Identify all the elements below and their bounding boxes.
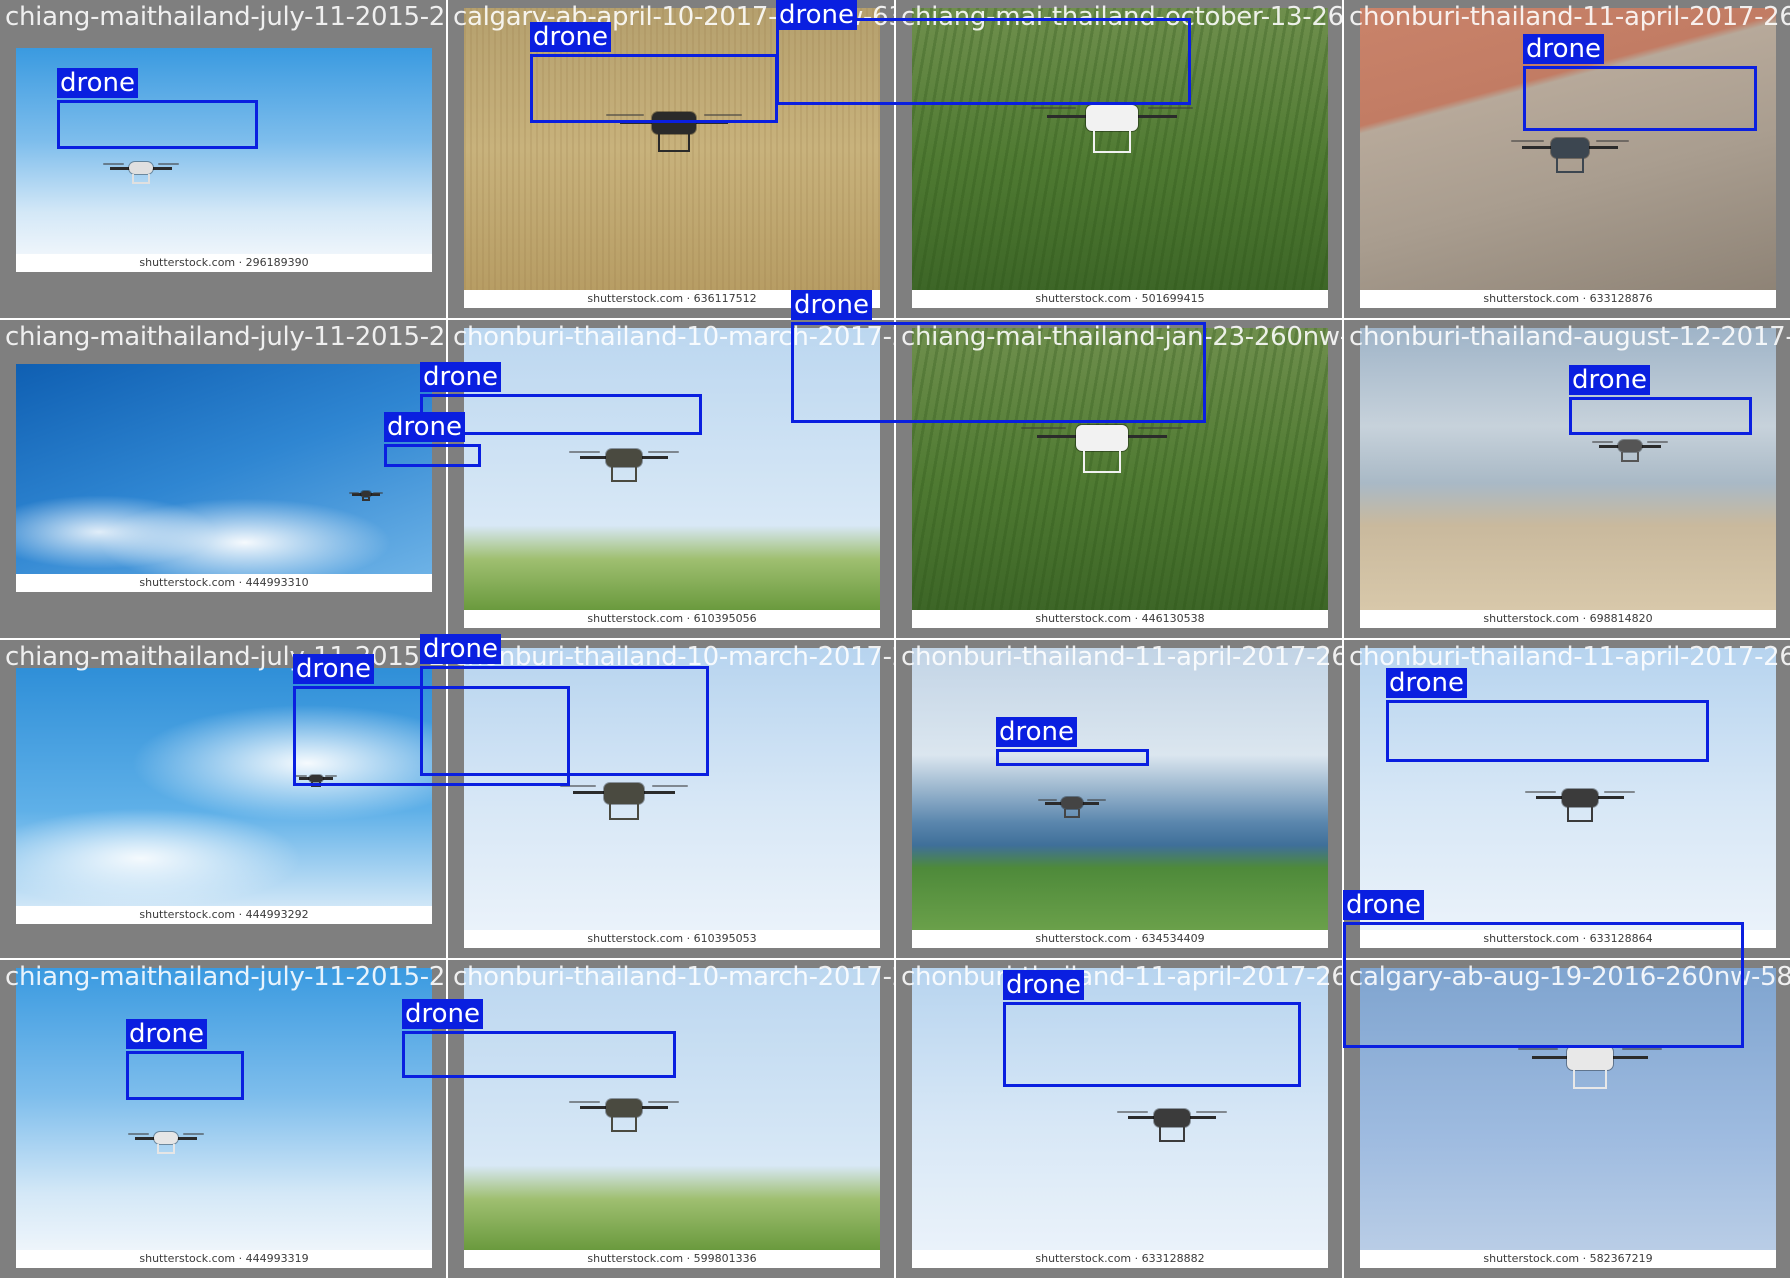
photo — [464, 968, 880, 1250]
detection-box — [1343, 922, 1744, 1048]
tile-filename: chiang-maithailand-july-11-2015-260nw-44… — [5, 962, 446, 992]
photo — [16, 364, 432, 574]
detection-box — [1569, 397, 1752, 435]
detection-label: drone — [791, 290, 873, 320]
photo — [16, 968, 432, 1250]
drone-figure — [349, 488, 383, 502]
drone-figure — [568, 1090, 680, 1134]
drone-figure — [1116, 1100, 1228, 1144]
detection-label: drone — [1569, 365, 1651, 395]
photo-caption: shutterstock.com · 633128882 — [912, 1250, 1328, 1268]
drone-figure — [568, 440, 680, 484]
drone-figure — [1591, 433, 1669, 463]
detection-label: drone — [57, 68, 139, 98]
photo-frame: shutterstock.com · 599801336 — [464, 968, 880, 1268]
drone-figure — [127, 1125, 205, 1155]
photo-caption: shutterstock.com · 634534409 — [912, 930, 1328, 948]
photo-frame: shutterstock.com · 444993310 — [16, 364, 432, 592]
detection-box — [402, 1031, 676, 1078]
drone-figure — [1038, 792, 1106, 819]
tile-filename: chiang-maithailand-july-11-2015-260nw-44… — [5, 642, 446, 672]
image-mosaic: shutterstock.com · 296189390 chiang-maith… — [0, 0, 1792, 1280]
photo-caption: shutterstock.com · 446130538 — [912, 610, 1328, 628]
photo — [912, 648, 1328, 930]
detection-label: drone — [420, 634, 502, 664]
tile-filename: chiang-maithailand-july-11-2015-260nw-44… — [5, 322, 446, 352]
drone-figure — [102, 155, 180, 185]
image-tile: shutterstock.com · 444993319 chiang-maith… — [0, 960, 446, 1278]
image-tile: shutterstock.com · 634534409 chonburi-tha… — [896, 640, 1342, 958]
drone-figure — [1510, 128, 1630, 175]
photo-caption: shutterstock.com · 610395053 — [464, 930, 880, 948]
detection-label: drone — [996, 717, 1078, 747]
photo-frame: shutterstock.com · 634534409 — [912, 648, 1328, 948]
photo-frame: shutterstock.com · 444993319 — [16, 968, 432, 1268]
detection-label: drone — [420, 362, 502, 392]
tile-filename: chonburi-thailand-11-april-2017-260nw-63… — [901, 962, 1342, 992]
detection-label: drone — [384, 412, 466, 442]
detection-box — [420, 666, 709, 776]
tile-filename: chonburi-thailand-11-april-2017-260nw-63… — [1349, 2, 1790, 32]
tile-filename: chonburi-thailand-10-march-2017-260nw-59… — [453, 962, 894, 992]
detection-box — [57, 100, 258, 149]
drone-figure — [1524, 780, 1636, 824]
tile-filename: chonburi-thailand-11-april-2017-260nw-63… — [901, 642, 1342, 672]
detection-box — [1003, 1002, 1301, 1087]
tile-filename: chiang-maithailand-july-11-2015-260nw-29… — [5, 2, 446, 32]
detection-label: drone — [126, 1019, 208, 1049]
detection-box — [1386, 700, 1709, 762]
photo-caption: shutterstock.com · 444993319 — [16, 1250, 432, 1268]
detection-box — [776, 18, 1191, 105]
detection-label: drone — [530, 22, 612, 52]
detection-box — [384, 444, 481, 467]
detection-label: drone — [293, 654, 375, 684]
image-tile: shutterstock.com · 599801336 chonburi-tha… — [448, 960, 894, 1278]
photo-caption: shutterstock.com · 296189390 — [16, 254, 432, 272]
detection-box — [530, 54, 778, 123]
image-tile: shutterstock.com · 296189390 chiang-maith… — [0, 0, 446, 318]
detection-label: drone — [402, 999, 484, 1029]
drone-figure — [560, 772, 688, 822]
image-tile: shutterstock.com · 698814820 chonburi-tha… — [1344, 320, 1790, 638]
photo-caption: shutterstock.com · 501699415 — [912, 290, 1328, 308]
photo-caption: shutterstock.com · 582367219 — [1360, 1250, 1776, 1268]
detection-label: drone — [1003, 970, 1085, 1000]
detection-label: drone — [1386, 668, 1468, 698]
photo-caption: shutterstock.com · 610395056 — [464, 610, 880, 628]
photo-caption: shutterstock.com · 444993310 — [16, 574, 432, 592]
image-tile: shutterstock.com · 444993310 chiang-maith… — [0, 320, 446, 638]
photo-caption: shutterstock.com · 599801336 — [464, 1250, 880, 1268]
photo-frame: shutterstock.com · 698814820 — [1360, 328, 1776, 628]
photo-caption: shutterstock.com · 698814820 — [1360, 610, 1776, 628]
photo-caption: shutterstock.com · 633128876 — [1360, 290, 1776, 308]
tile-filename: chonburi-thailand-august-12-2017-260nw-6… — [1349, 322, 1790, 352]
detection-label: drone — [776, 0, 858, 30]
detection-label: drone — [1343, 890, 1425, 920]
photo — [1360, 328, 1776, 610]
detection-label: drone — [1523, 34, 1605, 64]
detection-box — [126, 1051, 244, 1100]
detection-box — [791, 322, 1206, 423]
photo-caption: shutterstock.com · 444993292 — [16, 906, 432, 924]
detection-box — [1523, 66, 1757, 131]
detection-box — [996, 749, 1149, 766]
